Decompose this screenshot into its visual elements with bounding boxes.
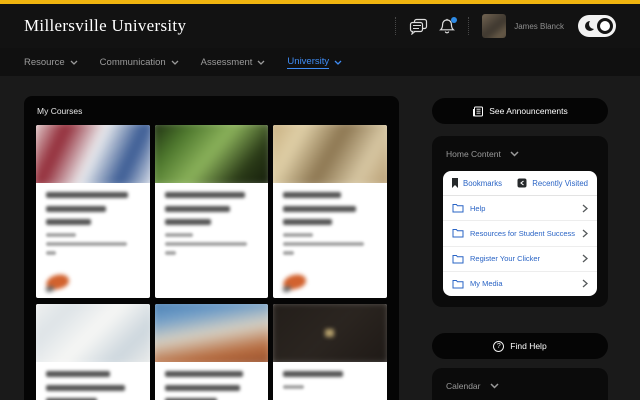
course-card-text	[36, 183, 150, 298]
link-register-your-clicker[interactable]: Register Your Clicker	[443, 247, 597, 272]
calendar-panel: Calendar	[432, 368, 608, 400]
course-card-text	[273, 183, 387, 298]
toggle-knob	[597, 18, 613, 34]
chevron-right-icon	[582, 254, 588, 263]
link-my-media[interactable]: My Media	[443, 272, 597, 296]
folder-icon	[452, 279, 464, 289]
chevron-right-icon	[582, 279, 588, 288]
course-card-text	[155, 362, 269, 400]
chevron-down-icon	[257, 60, 265, 65]
chevron-down-icon	[334, 60, 342, 65]
chevron-down-icon	[489, 383, 499, 389]
recently-visited-icon	[517, 178, 527, 188]
home-content-tabs: Bookmarks Recently Visited	[443, 171, 597, 196]
dark-mode-toggle[interactable]	[578, 15, 616, 37]
course-card[interactable]	[154, 125, 269, 298]
my-courses-panel: My Courses	[24, 96, 399, 400]
question-icon: ?	[493, 340, 505, 352]
alerts-bell-icon[interactable]	[439, 16, 458, 35]
link-help[interactable]: Help	[443, 196, 597, 222]
header-actions: James Blanck	[369, 14, 616, 38]
find-help-button[interactable]: ? Find Help	[432, 333, 608, 359]
course-card-text	[273, 362, 387, 400]
course-image	[36, 304, 150, 362]
see-announcements-button[interactable]: See Announcements	[432, 98, 608, 124]
see-announcements-label: See Announcements	[489, 106, 568, 116]
course-card-text	[155, 183, 269, 298]
user-name[interactable]: James Blanck	[514, 22, 564, 31]
home-content-card: Bookmarks Recently Visited Help Resource…	[443, 171, 597, 296]
link-resources-for-student-success[interactable]: Resources for Student Success	[443, 221, 597, 247]
moon-icon	[585, 19, 599, 31]
chevron-right-icon	[582, 229, 588, 238]
header: Millersville University James Blanck	[0, 4, 640, 48]
course-image	[273, 125, 387, 183]
course-card[interactable]	[154, 304, 269, 400]
course-card[interactable]	[273, 125, 387, 298]
messages-icon[interactable]	[409, 18, 428, 35]
course-card[interactable]	[36, 125, 150, 298]
course-card[interactable]	[36, 304, 150, 400]
university-logo[interactable]: Millersville University	[24, 16, 186, 36]
nav-item-resource[interactable]: Resource	[24, 57, 78, 68]
course-image	[36, 125, 150, 183]
bookmark-icon	[452, 178, 458, 188]
alert-icon	[44, 272, 71, 292]
chevron-right-icon	[582, 204, 588, 213]
alert-icon	[281, 272, 308, 292]
nav-item-university[interactable]: University	[287, 56, 342, 69]
folder-icon	[452, 254, 464, 264]
home-content-title: Home Content	[446, 149, 501, 159]
home-content-panel: Home Content Bookmarks Recently Visited	[432, 136, 608, 307]
announcements-icon	[473, 106, 484, 116]
nav-item-assessment[interactable]: Assessment	[201, 57, 266, 68]
sidebar: See Announcements Home Content Bookmarks…	[432, 98, 608, 400]
avatar[interactable]	[482, 14, 507, 38]
chevron-down-icon	[171, 60, 179, 65]
course-card[interactable]	[273, 304, 387, 400]
divider	[468, 17, 470, 35]
chevron-down-icon	[510, 151, 519, 157]
my-courses-title: My Courses	[37, 106, 83, 116]
home-content-header[interactable]: Home Content	[446, 149, 594, 159]
main-nav: Resource Communication Assessment Univer…	[0, 48, 640, 76]
folder-icon	[452, 229, 464, 238]
nav-item-communication[interactable]: Communication	[100, 57, 179, 68]
calendar-title: Calendar	[446, 381, 481, 391]
chevron-down-icon	[70, 60, 78, 65]
find-help-label: Find Help	[510, 341, 547, 351]
course-image	[154, 125, 269, 183]
course-card-grid	[36, 125, 387, 400]
divider	[395, 17, 397, 35]
calendar-header[interactable]: Calendar	[446, 381, 594, 391]
apps-grid-icon[interactable]	[369, 19, 383, 33]
tab-recently-visited[interactable]: Recently Visited	[517, 178, 588, 188]
course-card-text	[36, 362, 150, 400]
course-image	[273, 304, 387, 362]
notification-dot	[451, 16, 458, 23]
folder-icon	[452, 204, 464, 213]
tab-bookmarks[interactable]: Bookmarks	[452, 178, 502, 188]
course-image	[154, 304, 269, 362]
